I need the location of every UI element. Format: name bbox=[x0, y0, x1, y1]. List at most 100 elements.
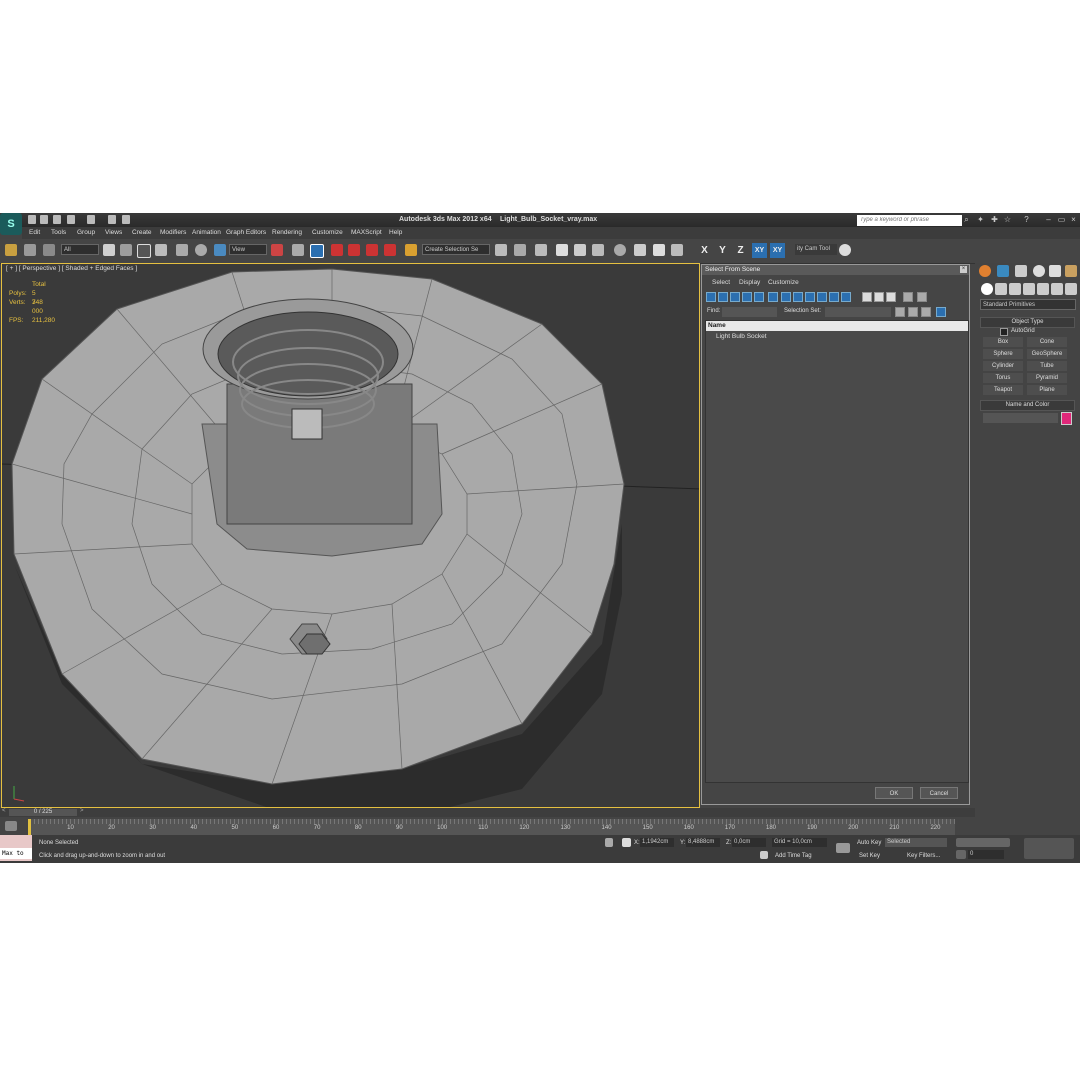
plane-button[interactable]: Plane bbox=[1027, 385, 1067, 395]
filter-icon[interactable] bbox=[903, 292, 913, 302]
display-geometry-icon[interactable] bbox=[706, 292, 716, 302]
display-frozen-icon[interactable] bbox=[829, 292, 839, 302]
close-icon[interactable]: × bbox=[1069, 215, 1078, 224]
edit-named-selection-icon[interactable] bbox=[405, 244, 417, 256]
list-item[interactable]: Light Bulb Socket bbox=[706, 333, 968, 340]
menu-help[interactable]: Help bbox=[389, 229, 402, 236]
selection-set-highlight-icon[interactable] bbox=[936, 307, 946, 317]
menu-modifiers[interactable]: Modifiers bbox=[160, 229, 186, 236]
autogrid-checkbox[interactable] bbox=[1000, 328, 1008, 336]
display-hidden-icon[interactable] bbox=[841, 292, 851, 302]
scale-icon[interactable] bbox=[214, 244, 226, 256]
add-time-tag-button[interactable]: Add Time Tag bbox=[775, 853, 812, 859]
pivot-center-icon[interactable] bbox=[271, 244, 283, 256]
maxscript-listener[interactable]: Max to bbox=[0, 835, 32, 861]
viewport-label[interactable]: [ + ] [ Perspective ] [ Shaded + Edged F… bbox=[6, 265, 137, 272]
search-icon[interactable]: ⌕ bbox=[962, 215, 971, 224]
geosphere-button[interactable]: GeoSphere bbox=[1027, 349, 1067, 359]
lights-category-icon[interactable] bbox=[1009, 283, 1021, 295]
display-tab-icon[interactable] bbox=[1049, 265, 1061, 277]
undo-icon[interactable] bbox=[67, 215, 75, 224]
display-lights-icon[interactable] bbox=[730, 292, 740, 302]
torus-button[interactable]: Torus bbox=[983, 373, 1023, 383]
render-production-icon[interactable] bbox=[671, 244, 683, 256]
fetch-icon[interactable] bbox=[122, 215, 130, 224]
restore-icon[interactable]: ▭ bbox=[1057, 215, 1066, 224]
scene-object-list[interactable]: Name Light Bulb Socket bbox=[705, 320, 969, 783]
cam-tool-button[interactable]: ity Cam Tool bbox=[795, 244, 837, 255]
display-xrefs-icon[interactable] bbox=[793, 292, 803, 302]
playback-controls[interactable] bbox=[956, 838, 1010, 847]
select-object-icon[interactable] bbox=[103, 244, 115, 256]
select-link-icon[interactable] bbox=[5, 244, 17, 256]
menu-animation[interactable]: Animation bbox=[192, 229, 221, 236]
menu-create[interactable]: Create bbox=[132, 229, 152, 236]
auto-key-button[interactable]: Auto Key bbox=[857, 840, 881, 846]
selection-set-select-icon[interactable] bbox=[921, 307, 931, 317]
helpers-category-icon[interactable] bbox=[1037, 283, 1049, 295]
motion-tab-icon[interactable] bbox=[1033, 265, 1045, 277]
graphite-tools-icon[interactable] bbox=[556, 244, 568, 256]
maxscript-input[interactable]: Max to bbox=[0, 848, 32, 859]
dialog-menu-select[interactable]: Select bbox=[712, 279, 730, 286]
absolute-mode-icon[interactable] bbox=[622, 838, 631, 847]
menu-edit[interactable]: Edit bbox=[29, 229, 40, 236]
rotate-icon[interactable] bbox=[195, 244, 207, 256]
mirror-icon[interactable] bbox=[495, 244, 507, 256]
application-menu-icon[interactable]: S bbox=[0, 213, 22, 235]
snaps-toggle-icon[interactable] bbox=[331, 244, 343, 256]
dialog-menu-customize[interactable]: Customize bbox=[768, 279, 799, 286]
selection-filter-dropdown[interactable]: All bbox=[61, 244, 99, 255]
render-setup-icon[interactable] bbox=[634, 244, 646, 256]
rectangle-selection-icon[interactable] bbox=[137, 244, 151, 258]
selection-lock-icon[interactable] bbox=[605, 838, 613, 847]
reference-coordinate-dropdown[interactable]: View bbox=[229, 244, 267, 255]
sphere-button[interactable]: Sphere bbox=[983, 349, 1023, 359]
unlink-icon[interactable] bbox=[24, 244, 36, 256]
ok-button[interactable]: OK bbox=[875, 787, 913, 799]
key-mode-dropdown[interactable]: Selected bbox=[885, 838, 947, 847]
teapot-button[interactable]: Teapot bbox=[983, 385, 1023, 395]
minimize-icon[interactable]: – bbox=[1044, 215, 1053, 224]
menu-views[interactable]: Views bbox=[105, 229, 122, 236]
curve-editor-icon[interactable] bbox=[574, 244, 586, 256]
set-key-button[interactable]: Set Key bbox=[859, 853, 880, 859]
column-header-name[interactable]: Name bbox=[706, 321, 968, 331]
move-icon[interactable] bbox=[176, 244, 188, 256]
current-frame-field[interactable]: 0 bbox=[968, 850, 1004, 859]
menu-graph-editors[interactable]: Graph Editors bbox=[226, 229, 266, 236]
cameras-category-icon[interactable] bbox=[1023, 283, 1035, 295]
time-tag-icon[interactable] bbox=[760, 851, 768, 859]
axis-xy-plane-button[interactable]: XY bbox=[770, 243, 785, 258]
new-file-icon[interactable] bbox=[28, 215, 36, 224]
infocenter-icon[interactable]: ✦ bbox=[976, 215, 985, 224]
angle-snap-icon[interactable] bbox=[348, 244, 360, 256]
frame-counter[interactable]: 0 / 225 bbox=[9, 809, 77, 816]
search-input[interactable] bbox=[857, 215, 962, 226]
time-slider[interactable]: < 0 / 225 > bbox=[0, 808, 975, 817]
select-by-name-icon[interactable] bbox=[120, 244, 132, 256]
menu-tools[interactable]: Tools bbox=[51, 229, 66, 236]
axis-x-button[interactable]: X bbox=[697, 243, 712, 258]
viewport-navigation-controls[interactable] bbox=[1024, 838, 1074, 859]
goto-start-icon[interactable] bbox=[956, 850, 966, 859]
create-tab-icon[interactable] bbox=[979, 265, 991, 277]
display-invert-icon[interactable] bbox=[886, 292, 896, 302]
systems-category-icon[interactable] bbox=[1065, 283, 1077, 295]
cone-button[interactable]: Cone bbox=[1027, 337, 1067, 347]
spacewarps-category-icon[interactable] bbox=[1051, 283, 1063, 295]
keyboard-shortcut-override-icon[interactable] bbox=[310, 244, 324, 258]
rendered-frame-window-icon[interactable] bbox=[653, 244, 665, 256]
shapes-category-icon[interactable] bbox=[995, 283, 1007, 295]
filter-options-icon[interactable] bbox=[917, 292, 927, 302]
redo-icon[interactable] bbox=[87, 215, 95, 224]
axis-y-button[interactable]: Y bbox=[715, 243, 730, 258]
set-key-icon[interactable] bbox=[836, 843, 850, 853]
y-coord-field[interactable]: 8,4888cm bbox=[686, 838, 720, 847]
z-coord-field[interactable]: 0,0cm bbox=[732, 838, 766, 847]
axis-xy-button[interactable]: XY bbox=[752, 243, 767, 258]
favorites-icon[interactable]: ☆ bbox=[1003, 215, 1012, 224]
find-input[interactable] bbox=[722, 307, 777, 317]
save-file-icon[interactable] bbox=[53, 215, 61, 224]
schematic-view-icon[interactable] bbox=[592, 244, 604, 256]
